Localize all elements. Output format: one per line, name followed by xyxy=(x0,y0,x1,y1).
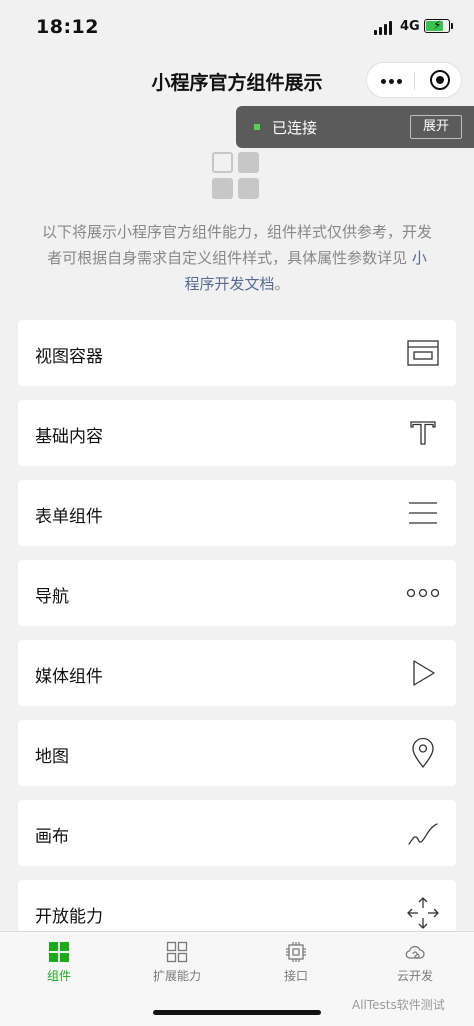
status-time: 18:12 xyxy=(36,16,99,38)
chip-icon xyxy=(286,942,306,962)
watermark: AllTests软件测试 xyxy=(352,998,445,1012)
menu-item-label: 画布 xyxy=(35,827,69,847)
menu-item-view-container[interactable]: 视图容器 xyxy=(18,320,456,386)
menu-item-label: 地图 xyxy=(35,747,69,767)
text-t-icon xyxy=(410,421,436,445)
tab-label: 组件 xyxy=(46,969,71,983)
home-indicator xyxy=(153,1010,321,1015)
status-bar: 18:12 4G ⚡ xyxy=(0,0,474,56)
menu-item-canvas[interactable]: 画布 xyxy=(18,800,456,866)
menu-item-label: 基础内容 xyxy=(35,427,103,447)
menu-item-basic-content[interactable]: 基础内容 xyxy=(18,400,456,466)
menu-item-map[interactable]: 地图 xyxy=(18,720,456,786)
close-miniprogram-icon[interactable] xyxy=(430,70,450,90)
connection-toast: 已连接 展开 xyxy=(236,106,474,148)
intro-text: 以下将展示小程序官方组件能力，组件样式仅供参考，开发者可根据自身需求自定义组件样… xyxy=(42,219,432,297)
menu-item-label: 开放能力 xyxy=(35,907,103,927)
menu-item-navigation[interactable]: 导航 xyxy=(18,560,456,626)
map-pin-icon xyxy=(412,737,434,769)
tab-label: 云开发 xyxy=(396,969,433,983)
open-arrows-icon xyxy=(407,897,439,929)
menu-item-label: 视图容器 xyxy=(35,347,103,367)
intro-suffix: 。 xyxy=(274,275,290,293)
tab-cloud-development[interactable]: 云开发 xyxy=(356,932,474,992)
tab-label: 扩展能力 xyxy=(152,969,201,983)
connected-indicator xyxy=(254,124,260,130)
canvas-curve-icon xyxy=(408,823,438,845)
components-grid-icon xyxy=(49,942,69,962)
battery-icon: ⚡ xyxy=(424,18,450,33)
more-icon[interactable] xyxy=(381,79,403,85)
intro-body: 以下将展示小程序官方组件能力，组件样式仅供参考，开发者可根据自身需求自定义组件样… xyxy=(42,223,433,267)
components-logo-icon xyxy=(212,152,260,200)
play-icon xyxy=(413,660,435,686)
tab-extended-capabilities[interactable]: 扩展能力 xyxy=(118,932,236,992)
extended-grid-icon xyxy=(166,941,188,963)
expand-button[interactable]: 展开 xyxy=(410,115,462,139)
tab-api[interactable]: 接口 xyxy=(237,932,355,992)
menu-item-label: 表单组件 xyxy=(35,507,103,527)
view-container-icon xyxy=(407,340,439,366)
form-lines-icon xyxy=(409,502,437,524)
menu-item-media-components[interactable]: 媒体组件 xyxy=(18,640,456,706)
menu-item-label: 导航 xyxy=(35,587,69,607)
tab-components[interactable]: 组件 xyxy=(0,932,118,992)
capsule-divider xyxy=(414,72,415,90)
cloud-icon xyxy=(405,945,425,959)
battery-cap xyxy=(451,23,453,29)
tab-label: 接口 xyxy=(283,969,308,983)
network-type: 4G xyxy=(400,19,420,34)
menu-capsule xyxy=(366,62,462,98)
navigation-dots-icon xyxy=(406,588,440,598)
menu-item-label: 媒体组件 xyxy=(35,667,103,687)
connection-status: 已连接 xyxy=(272,119,318,137)
signal-icon xyxy=(374,21,394,35)
menu-item-form-components[interactable]: 表单组件 xyxy=(18,480,456,546)
